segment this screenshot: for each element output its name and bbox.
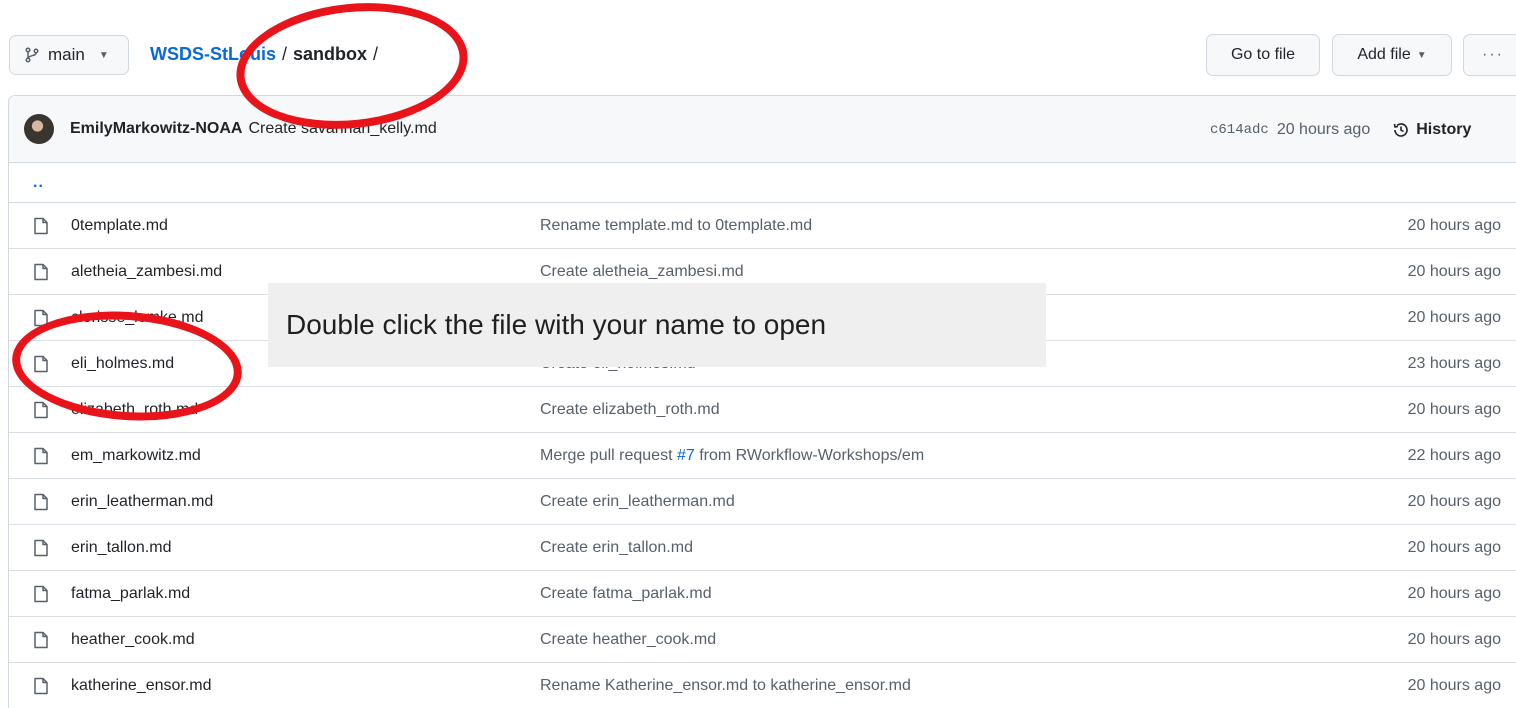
file-commit-message[interactable]: Create elizabeth_roth.md	[540, 401, 720, 419]
file-commit-time: 20 hours ago	[1407, 216, 1501, 234]
file-name-link[interactable]: heather_cook.md	[71, 631, 195, 649]
parent-directory-link[interactable]: ..	[9, 163, 1516, 203]
commit-time: 20 hours ago	[1276, 120, 1371, 138]
branch-name: main	[48, 45, 85, 64]
commit-message-text: Merge pull request	[540, 446, 677, 464]
pull-request-link[interactable]: #7	[677, 447, 695, 464]
latest-commit-bar: EmilyMarkowitz-NOAA Create savannah_kell…	[9, 96, 1516, 163]
commit-message-text: from RWorkflow-Workshops/em	[694, 446, 925, 464]
file-name-link[interactable]: katherine_ensor.md	[71, 677, 212, 695]
file-commit-time: 20 hours ago	[1407, 630, 1501, 648]
file-icon	[33, 539, 49, 557]
commit-author[interactable]: EmilyMarkowitz-NOAA	[70, 120, 242, 138]
file-commit-time: 20 hours ago	[1407, 400, 1501, 418]
file-row[interactable]: erin_tallon.md Create erin_tallon.md 20 ho…	[9, 525, 1516, 571]
file-row[interactable]: erin_leatherman.md Create erin_leatherman…	[9, 479, 1516, 525]
file-row[interactable]: em_markowitz.md Merge pull request #7 fro…	[9, 433, 1516, 479]
commit-sha[interactable]: c614adc	[1210, 122, 1269, 138]
instruction-callout: Double click the file with your name to …	[268, 283, 1046, 367]
file-icon	[33, 447, 49, 465]
file-row[interactable]: heather_cook.md Create heather_cook.md 20 …	[9, 617, 1516, 663]
add-file-label: Add file	[1357, 46, 1411, 63]
more-options-button[interactable]: ···	[1463, 34, 1516, 76]
file-name-link[interactable]: erin_leatherman.md	[71, 493, 213, 511]
history-link[interactable]: History	[1392, 121, 1471, 139]
branch-selector[interactable]: main ▼	[9, 35, 129, 75]
file-rows: 0template.md Rename template.md to 0templ…	[9, 203, 1516, 708]
repo-toolbar: main ▼ WSDS-StLouis / sandbox / Go to fi…	[0, 0, 1516, 100]
file-row[interactable]: elizabeth_roth.md Create elizabeth_roth.m…	[9, 387, 1516, 433]
file-name-link[interactable]: 0template.md	[71, 217, 168, 235]
history-icon	[1393, 122, 1408, 137]
file-name-link[interactable]: em_markowitz.md	[71, 447, 201, 465]
file-commit-message[interactable]: Create erin_leatherman.md	[540, 493, 735, 511]
instruction-text: Double click the file with your name to …	[286, 309, 827, 340]
file-commit-time: 20 hours ago	[1407, 262, 1501, 280]
file-commit-time: 20 hours ago	[1407, 538, 1501, 556]
file-commit-message[interactable]: Create aletheia_zambesi.md	[540, 263, 744, 281]
file-name-link[interactable]: erin_tallon.md	[71, 539, 172, 557]
file-row[interactable]: fatma_parlak.md Create fatma_parlak.md 20 …	[9, 571, 1516, 617]
file-list: EmilyMarkowitz-NOAA Create savannah_kell…	[8, 95, 1516, 708]
file-name-link[interactable]: aletheia_zambesi.md	[71, 263, 222, 281]
file-icon	[33, 217, 49, 235]
go-to-file-label: Go to file	[1230, 46, 1296, 63]
chevron-down-icon: ▼	[98, 49, 109, 61]
add-file-button[interactable]: Add file ▼	[1332, 34, 1452, 76]
file-commit-message[interactable]: Rename Katherine_ensor.md to katherine_e…	[540, 677, 911, 695]
file-commit-message[interactable]: Create heather_cook.md	[540, 631, 716, 649]
file-commit-message[interactable]: Create fatma_parlak.md	[540, 585, 712, 603]
file-icon	[33, 631, 49, 649]
file-icon	[33, 677, 49, 695]
git-branch-icon	[25, 47, 39, 63]
history-label: History	[1416, 120, 1472, 138]
chevron-down-icon: ▼	[1416, 49, 1427, 61]
parent-dir-label: ..	[33, 173, 44, 191]
file-commit-time: 20 hours ago	[1407, 676, 1501, 694]
file-commit-time: 23 hours ago	[1407, 354, 1501, 372]
file-commit-time: 22 hours ago	[1407, 446, 1501, 464]
file-commit-message[interactable]: Merge pull request #7 from RWorkflow-Wor…	[540, 447, 924, 465]
file-row[interactable]: 0template.md Rename template.md to 0templ…	[9, 203, 1516, 249]
file-commit-message[interactable]: Rename template.md to 0template.md	[540, 217, 812, 235]
file-icon	[33, 263, 49, 281]
file-icon	[33, 401, 49, 419]
file-name-link[interactable]: fatma_parlak.md	[71, 585, 190, 603]
commit-meta: c614adc 20 hours ago History	[1210, 96, 1471, 163]
author-avatar[interactable]	[24, 114, 54, 144]
file-commit-time: 20 hours ago	[1407, 492, 1501, 510]
file-commit-message[interactable]: Create erin_tallon.md	[540, 539, 693, 557]
file-icon	[33, 585, 49, 603]
go-to-file-button[interactable]: Go to file	[1206, 34, 1320, 76]
file-commit-time: 20 hours ago	[1407, 584, 1501, 602]
kebab-icon: ···	[1482, 46, 1504, 63]
file-row[interactable]: katherine_ensor.md Rename Katherine_ensor…	[9, 663, 1516, 708]
file-icon	[33, 493, 49, 511]
file-commit-time: 20 hours ago	[1407, 308, 1501, 326]
